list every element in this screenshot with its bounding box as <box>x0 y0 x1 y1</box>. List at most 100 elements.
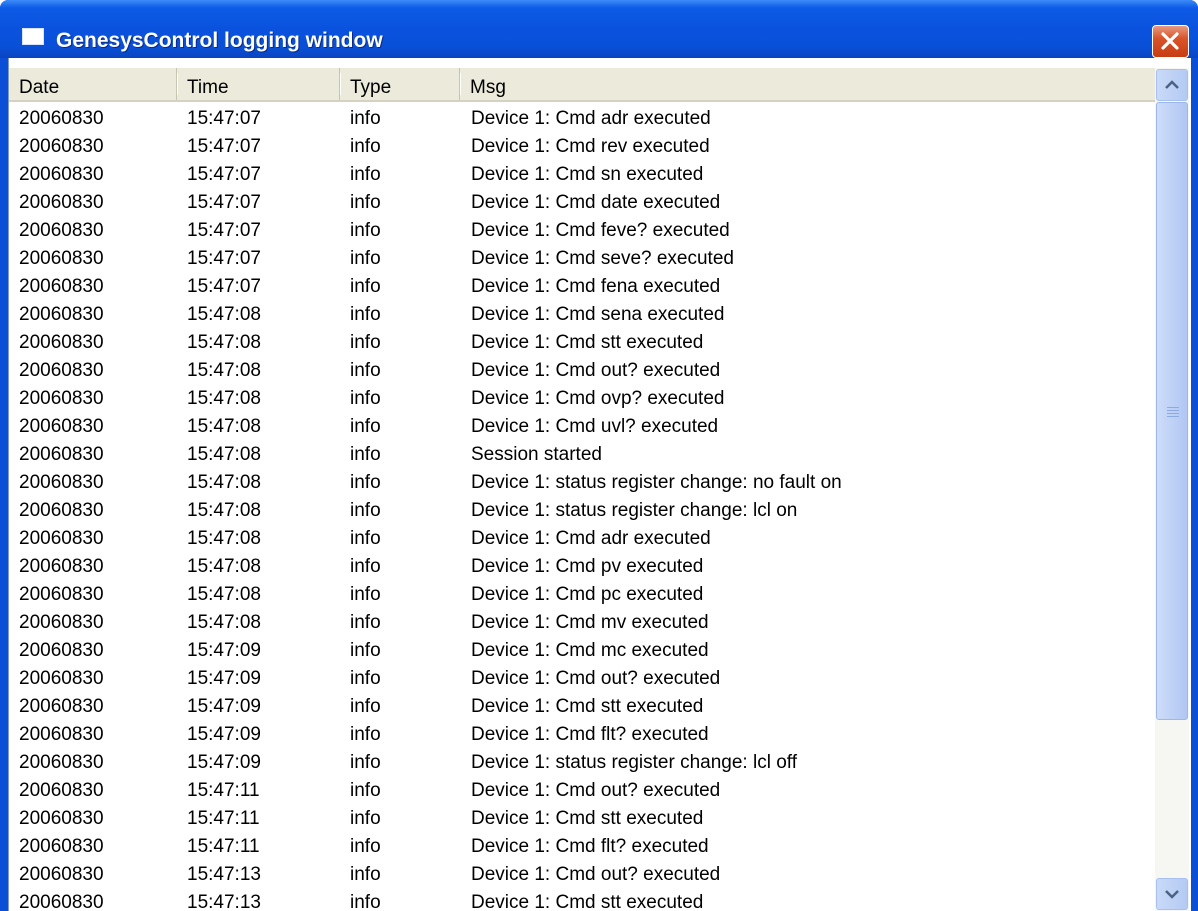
cell-msg: Device 1: Cmd out? executed <box>471 864 721 885</box>
cell-type: info <box>350 108 381 129</box>
cell-date: 20060830 <box>19 528 104 549</box>
cell-time: 15:47:07 <box>187 192 261 213</box>
table-row[interactable]: 20060830 15:47:07 info Device 1: Cmd fena e… <box>9 270 1155 298</box>
cell-msg: Device 1: status register change: lcl of… <box>471 752 797 773</box>
cell-type: info <box>350 500 381 521</box>
cell-msg: Device 1: Cmd flt? executed <box>471 836 709 857</box>
table-row[interactable]: 20060830 15:47:08 info Device 1: Cmd mv exe… <box>9 606 1155 634</box>
cell-type: info <box>350 248 381 269</box>
cell-time: 15:47:09 <box>187 696 261 717</box>
table-row[interactable]: 20060830 15:47:13 info Device 1: Cmd out? e… <box>9 858 1155 886</box>
cell-time: 15:47:11 <box>187 780 260 801</box>
cell-date: 20060830 <box>19 108 104 129</box>
scrollbar-thumb[interactable] <box>1156 102 1188 720</box>
cell-msg: Device 1: Cmd sn executed <box>471 164 704 185</box>
cell-msg: Device 1: Cmd mv executed <box>471 612 709 633</box>
cell-type: info <box>350 836 381 857</box>
table-row[interactable]: 20060830 15:47:09 info Device 1: status reg… <box>9 746 1155 774</box>
cell-time: 15:47:08 <box>187 304 261 325</box>
window-icon <box>22 28 44 45</box>
cell-msg: Device 1: Cmd out? executed <box>471 360 721 381</box>
cell-date: 20060830 <box>19 136 104 157</box>
cell-type: info <box>350 752 381 773</box>
cell-date: 20060830 <box>19 584 104 605</box>
close-button[interactable] <box>1152 25 1189 58</box>
cell-time: 15:47:13 <box>187 892 261 911</box>
cell-type: info <box>350 444 381 465</box>
table-row[interactable]: 20060830 15:47:08 info Device 1: status reg… <box>9 466 1155 494</box>
cell-date: 20060830 <box>19 752 104 773</box>
table-row[interactable]: 20060830 15:47:08 info Device 1: Cmd adr ex… <box>9 522 1155 550</box>
table-row[interactable]: 20060830 15:47:11 info Device 1: Cmd stt ex… <box>9 802 1155 830</box>
table-row[interactable]: 20060830 15:47:08 info Device 1: Cmd sena e… <box>9 298 1155 326</box>
table-row[interactable]: 20060830 15:47:08 info Device 1: Cmd stt ex… <box>9 326 1155 354</box>
cell-type: info <box>350 864 381 885</box>
table-row[interactable]: 20060830 15:47:09 info Device 1: Cmd flt? e… <box>9 718 1155 746</box>
cell-date: 20060830 <box>19 836 104 857</box>
column-header: Date Time Type Msg <box>9 68 1157 102</box>
cell-date: 20060830 <box>19 332 104 353</box>
cell-time: 15:47:08 <box>187 444 261 465</box>
cell-date: 20060830 <box>19 780 104 801</box>
table-row[interactable]: 20060830 15:47:11 info Device 1: Cmd flt? e… <box>9 830 1155 858</box>
table-row[interactable]: 20060830 15:47:11 info Device 1: Cmd out? e… <box>9 774 1155 802</box>
cell-time: 15:47:08 <box>187 332 261 353</box>
table-row[interactable]: 20060830 15:47:08 info Device 1: Cmd pv exe… <box>9 550 1155 578</box>
scroll-down-button[interactable] <box>1156 878 1188 910</box>
cell-type: info <box>350 416 381 437</box>
logging-window: GenesysControl logging window Date Time … <box>0 0 1198 911</box>
table-row[interactable]: 20060830 15:47:07 info Device 1: Cmd rev ex… <box>9 130 1155 158</box>
table-row[interactable]: 20060830 15:47:09 info Device 1: Cmd stt ex… <box>9 690 1155 718</box>
cell-date: 20060830 <box>19 220 104 241</box>
column-header-date[interactable]: Date <box>9 68 178 100</box>
cell-date: 20060830 <box>19 500 104 521</box>
table-row[interactable]: 20060830 15:47:08 info Device 1: Cmd out? e… <box>9 354 1155 382</box>
cell-time: 15:47:08 <box>187 556 261 577</box>
cell-msg: Device 1: Cmd fena executed <box>471 276 721 297</box>
table-row[interactable]: 20060830 15:47:07 info Device 1: Cmd adr ex… <box>9 102 1155 130</box>
grip-icon <box>1167 407 1179 408</box>
cell-msg: Device 1: Cmd adr executed <box>471 528 711 549</box>
cell-time: 15:47:11 <box>187 836 260 857</box>
cell-type: info <box>350 360 381 381</box>
cell-date: 20060830 <box>19 864 104 885</box>
cell-type: info <box>350 696 381 717</box>
cell-time: 15:47:08 <box>187 584 261 605</box>
cell-msg: Device 1: Cmd date executed <box>471 192 721 213</box>
cell-date: 20060830 <box>19 276 104 297</box>
cell-date: 20060830 <box>19 892 104 911</box>
cell-date: 20060830 <box>19 808 104 829</box>
cell-type: info <box>350 892 381 911</box>
table-row[interactable]: 20060830 15:47:08 info Device 1: Cmd pc exe… <box>9 578 1155 606</box>
table-row[interactable]: 20060830 15:47:09 info Device 1: Cmd out? e… <box>9 662 1155 690</box>
table-row[interactable]: 20060830 15:47:07 info Device 1: Cmd feve? … <box>9 214 1155 242</box>
table-row[interactable]: 20060830 15:47:08 info Session started <box>9 438 1155 466</box>
table-row[interactable]: 20060830 15:47:09 info Device 1: Cmd mc exe… <box>9 634 1155 662</box>
cell-msg: Device 1: Cmd sena executed <box>471 304 725 325</box>
title-bar[interactable]: GenesysControl logging window <box>0 0 1198 58</box>
scroll-up-button[interactable] <box>1156 69 1188 101</box>
table-row[interactable]: 20060830 15:47:08 info Device 1: Cmd ovp? e… <box>9 382 1155 410</box>
column-header-msg[interactable]: Msg <box>460 68 1157 100</box>
table-row[interactable]: 20060830 15:47:07 info Device 1: Cmd date e… <box>9 186 1155 214</box>
table-row[interactable]: 20060830 15:47:07 info Device 1: Cmd sn exe… <box>9 158 1155 186</box>
column-header-type[interactable]: Type <box>340 68 461 100</box>
vertical-scrollbar[interactable] <box>1155 68 1189 911</box>
table-row[interactable]: 20060830 15:47:07 info Device 1: Cmd seve? … <box>9 242 1155 270</box>
cell-time: 15:47:11 <box>187 808 260 829</box>
table-row[interactable]: 20060830 15:47:08 info Device 1: status reg… <box>9 494 1155 522</box>
cell-time: 15:47:07 <box>187 108 261 129</box>
column-header-time[interactable]: Time <box>177 68 341 100</box>
cell-msg: Device 1: Cmd feve? executed <box>471 220 730 241</box>
cell-time: 15:47:07 <box>187 164 261 185</box>
cell-msg: Device 1: Cmd mc executed <box>471 640 709 661</box>
cell-time: 15:47:13 <box>187 864 261 885</box>
table-row[interactable]: 20060830 15:47:13 info Device 1: Cmd stt ex… <box>9 886 1155 911</box>
cell-time: 15:47:07 <box>187 248 261 269</box>
cell-msg: Device 1: Cmd seve? executed <box>471 248 734 269</box>
table-row[interactable]: 20060830 15:47:08 info Device 1: Cmd uvl? e… <box>9 410 1155 438</box>
cell-msg: Session started <box>471 444 602 465</box>
up-arrow-icon <box>1165 80 1179 89</box>
cell-time: 15:47:08 <box>187 612 261 633</box>
cell-type: info <box>350 136 381 157</box>
